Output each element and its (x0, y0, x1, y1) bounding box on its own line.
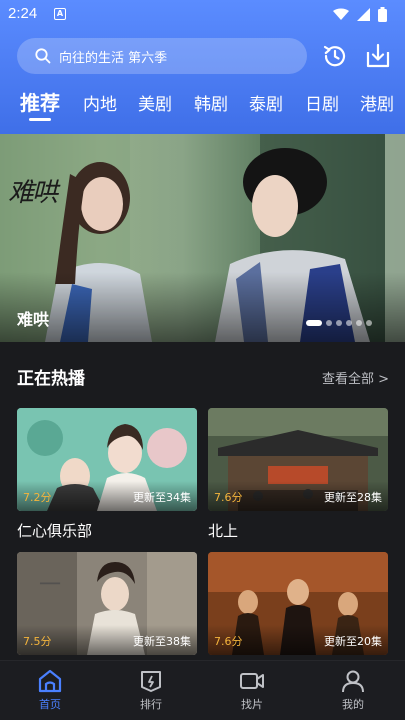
tab-us-drama[interactable]: 美剧 (138, 90, 172, 115)
carousel-dot[interactable] (366, 320, 372, 326)
rating-badge: 7.5分 (23, 635, 52, 648)
home-icon (38, 669, 62, 693)
signal-icon (357, 8, 370, 21)
carousel-dot[interactable] (336, 320, 342, 326)
episode-status: 更新至28集 (324, 491, 382, 504)
video-icon (240, 673, 264, 689)
tab-hk-drama[interactable]: 港剧 (360, 90, 394, 115)
search-input[interactable]: 向往的生活 第六季 (17, 38, 307, 74)
nav-label: 找片 (241, 698, 263, 711)
show-title[interactable]: 仁心俱乐部 (17, 520, 92, 541)
active-tab-indicator (29, 118, 51, 121)
battery-icon (378, 7, 387, 22)
section-title: 正在热播 (17, 369, 85, 389)
episode-status: 更新至34集 (133, 491, 191, 504)
episode-status: 更新至38集 (133, 635, 191, 648)
category-tabs: 推荐 内地 美剧 韩剧 泰剧 日剧 港剧 (0, 86, 405, 126)
show-card[interactable]: 7.6分 更新至20集 (208, 552, 388, 655)
wifi-icon (333, 8, 349, 20)
episode-status: 更新至20集 (324, 635, 382, 648)
tab-mainland[interactable]: 内地 (83, 90, 117, 115)
banner-calligraphy: 难哄 (8, 178, 58, 208)
show-card[interactable]: 一 7.5分 更新至38集 (17, 552, 197, 655)
nav-find-video[interactable]: 找片 (222, 669, 282, 712)
see-all-link[interactable]: 查看全部 > (322, 368, 389, 387)
carousel-dot[interactable] (326, 320, 332, 326)
notification-icon: A (54, 8, 66, 20)
bottom-navigation: 首页 排行 找片 我的 (0, 660, 405, 720)
tab-thai-drama[interactable]: 泰剧 (249, 90, 283, 115)
carousel-dot[interactable] (306, 320, 322, 326)
nav-label: 排行 (140, 698, 162, 711)
banner-shade (0, 272, 405, 342)
show-card[interactable]: 7.2分 更新至34集 (17, 408, 197, 511)
rating-badge: 7.6分 (214, 635, 243, 648)
featured-banner[interactable]: 难哄 难哄 (0, 134, 405, 342)
nav-label: 我的 (342, 698, 364, 711)
search-icon (35, 48, 51, 64)
tab-recommend[interactable]: 推荐 (20, 87, 60, 116)
profile-icon (342, 670, 364, 693)
nav-profile[interactable]: 我的 (323, 669, 383, 712)
nav-label: 首页 (39, 698, 61, 711)
carousel-dot[interactable] (346, 320, 352, 326)
rating-badge: 7.2分 (23, 491, 52, 504)
carousel-indicator (306, 320, 372, 326)
rating-badge: 7.6分 (214, 491, 243, 504)
ranking-icon (141, 671, 161, 692)
show-card[interactable]: 7.6分 更新至28集 (208, 408, 388, 511)
app-header: 2:24 A 向往的生活 第六季 推荐 内地 美剧 韩剧 泰剧 日剧 港剧 (0, 0, 405, 134)
banner-title: 难哄 (17, 310, 50, 329)
download-icon[interactable] (364, 42, 392, 70)
show-title[interactable]: 北上 (208, 520, 238, 541)
nav-home[interactable]: 首页 (20, 669, 80, 712)
svg-text:一: 一 (39, 573, 61, 598)
carousel-dot[interactable] (356, 320, 362, 326)
tab-korean-drama[interactable]: 韩剧 (194, 90, 228, 115)
status-time: 2:24 (8, 5, 38, 22)
history-icon[interactable] (321, 42, 349, 70)
nav-ranking[interactable]: 排行 (121, 669, 181, 712)
hot-section-header: 正在热播 查看全部 > (17, 362, 389, 389)
search-placeholder: 向往的生活 第六季 (59, 50, 168, 66)
status-bar: 2:24 A (0, 0, 405, 30)
tab-japanese-drama[interactable]: 日剧 (305, 90, 339, 115)
